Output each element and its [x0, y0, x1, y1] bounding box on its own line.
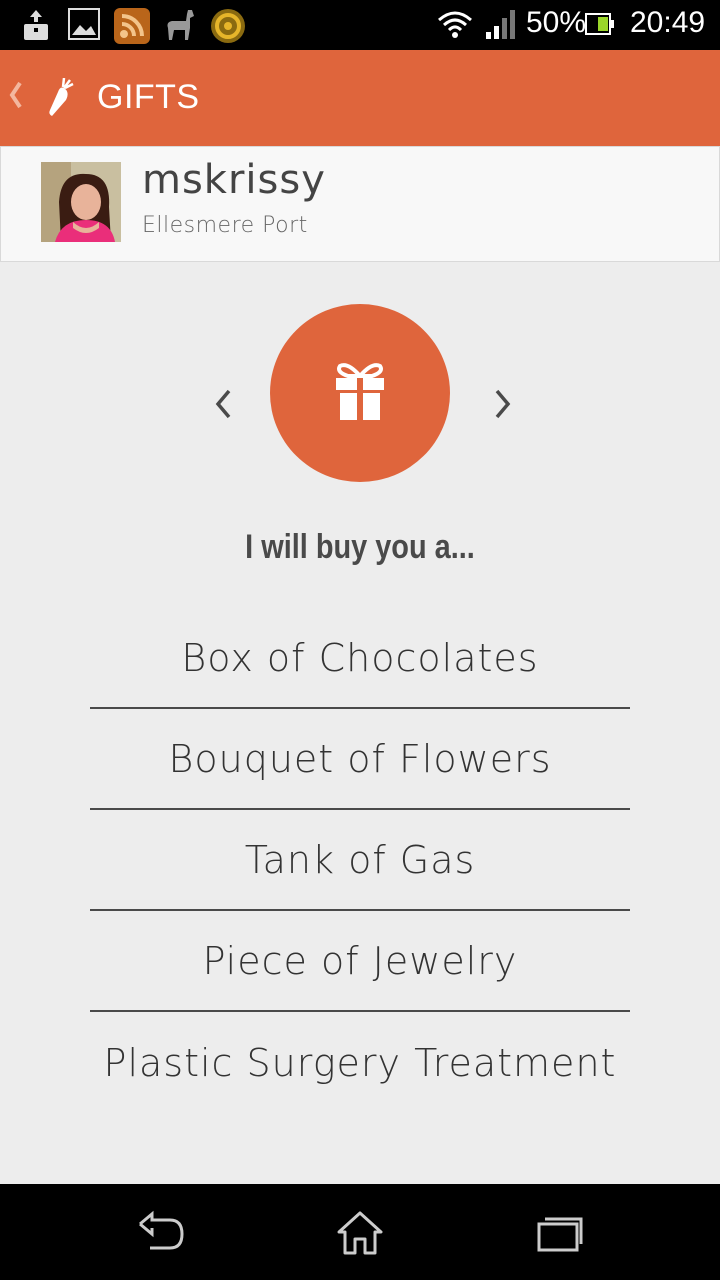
- navigation-bar: [0, 1184, 720, 1280]
- signal-icon: [486, 10, 515, 39]
- gift-prompt: I will buy you a...: [245, 528, 475, 566]
- gift-category-button[interactable]: [270, 304, 450, 482]
- home-icon[interactable]: [336, 1210, 384, 1256]
- status-bar: 50% 20:49: [0, 0, 720, 50]
- recents-icon[interactable]: [536, 1210, 584, 1254]
- gift-option-flowers[interactable]: Bouquet of Flowers: [90, 709, 630, 810]
- gift-option-chocolates[interactable]: Box of Chocolates: [90, 608, 630, 709]
- gift-option-plastic-surgery[interactable]: Plastic Surgery Treatment: [90, 1012, 630, 1113]
- image-notification-icon: [68, 8, 100, 40]
- page-title: GIFTS: [97, 78, 200, 116]
- gift-list: Box of Chocolates Bouquet of Flowers Tan…: [90, 608, 630, 1113]
- gift-option-jewelry[interactable]: Piece of Jewelry: [90, 911, 630, 1012]
- circle-app-icon: [211, 9, 245, 43]
- battery-percent: 50%: [526, 6, 587, 39]
- llama-app-icon: [167, 10, 194, 40]
- chevron-left-icon[interactable]: [8, 80, 24, 110]
- action-bar: GIFTS: [0, 50, 720, 146]
- user-location: Ellesmere Port: [142, 213, 308, 238]
- carrot-icon[interactable]: [44, 78, 74, 118]
- profile-header[interactable]: mskrissy Ellesmere Port: [0, 146, 720, 262]
- wifi-icon: [438, 11, 472, 38]
- rss-app-icon: [114, 8, 150, 44]
- gift-icon: [336, 363, 384, 420]
- chevron-right-icon[interactable]: [492, 388, 512, 420]
- battery-icon: [585, 13, 614, 35]
- username: mskrissy: [142, 157, 326, 203]
- avatar[interactable]: [41, 162, 121, 242]
- gift-option-gas[interactable]: Tank of Gas: [90, 810, 630, 911]
- clock: 20:49: [630, 6, 706, 39]
- chevron-left-icon[interactable]: [214, 388, 234, 420]
- back-icon[interactable]: [136, 1210, 186, 1254]
- download-notification-icon: [24, 10, 48, 40]
